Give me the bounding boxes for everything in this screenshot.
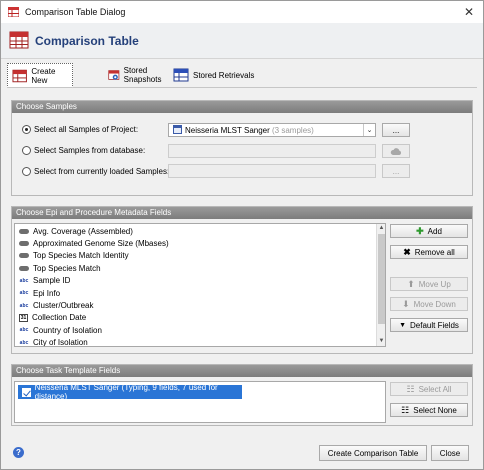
tab-create-new-label: Create New	[31, 66, 56, 85]
project-browse-button[interactable]: ...	[382, 123, 410, 137]
numeric-field-icon	[19, 241, 29, 247]
project-count: (3 samples)	[272, 126, 314, 135]
radio-project-label: Select all Samples of Project:	[34, 125, 139, 134]
choose-samples-section: Choose Samples Select all Samples of Pro…	[11, 100, 473, 196]
select-all-button[interactable]: ☷ Select All	[390, 382, 468, 396]
page-title: Comparison Table	[35, 34, 139, 48]
radio-database[interactable]: Select Samples from database:	[22, 146, 145, 155]
default-fields-button[interactable]: ▼ Default Fields	[390, 318, 468, 332]
list-item[interactable]: abc Cluster/Outbreak	[15, 299, 385, 311]
cloud-icon	[390, 147, 402, 155]
tab-stored-snapshots[interactable]: Stored Snapshots	[104, 63, 170, 87]
numeric-field-icon	[19, 265, 29, 271]
close-icon[interactable]: ✕	[461, 4, 477, 20]
list-item[interactable]: abc Country of Isolation	[15, 324, 385, 336]
text-field-icon: abc	[19, 327, 29, 334]
radio-loaded-label: Select from currently loaded Samples:	[34, 167, 170, 176]
scroll-up-icon[interactable]: ▲	[377, 224, 385, 233]
add-button[interactable]: ✚ Add	[390, 224, 468, 238]
radio-project-button[interactable]	[22, 125, 31, 134]
window-title: Comparison Table Dialog	[25, 7, 126, 17]
project-select[interactable]: Neisseria MLST Sanger (3 samples) ⌄	[168, 123, 376, 137]
calendar-icon: 31	[19, 313, 28, 322]
radio-loaded-button[interactable]	[22, 167, 31, 176]
radio-loaded[interactable]: Select from currently loaded Samples:	[22, 167, 169, 176]
app-table-icon	[8, 7, 19, 17]
radio-database-label: Select Samples from database:	[34, 146, 146, 155]
table-new-icon	[12, 69, 27, 82]
choose-samples-heading: Choose Samples	[12, 101, 472, 113]
list-item[interactable]: Avg. Coverage (Assembled)	[15, 225, 385, 237]
radio-project[interactable]: Select all Samples of Project:	[22, 125, 138, 134]
close-button[interactable]: Close	[431, 445, 469, 461]
epi-list-scrollbar[interactable]: ▲ ▼	[376, 224, 385, 346]
epi-fields-list[interactable]: Avg. Coverage (Assembled) Approximated G…	[14, 223, 386, 347]
list-item[interactable]: abc City of Isolation	[15, 337, 385, 346]
checkbox[interactable]	[22, 387, 31, 397]
list-item[interactable]: 31 Collection Date	[15, 312, 385, 324]
title-bar: Comparison Table Dialog ✕	[1, 1, 483, 23]
project-value: Neisseria MLST Sanger	[185, 126, 270, 135]
tab-stored-snapshots-label: Stored Snapshots	[123, 66, 162, 84]
loaded-field[interactable]	[168, 164, 376, 178]
tab-create-new[interactable]: Create New	[7, 63, 73, 88]
list-item[interactable]: abc Sample ID	[15, 275, 385, 287]
scroll-down-icon[interactable]: ▼	[377, 337, 385, 346]
create-comparison-table-button[interactable]: Create Comparison Table	[319, 445, 427, 461]
task-item-label: Neisseria MLST Sanger (Typing, 9 fields,…	[34, 383, 218, 401]
snapshot-icon	[108, 70, 120, 80]
plus-icon: ✚	[416, 225, 424, 236]
select-none-button[interactable]: ☷ Select None	[390, 403, 468, 417]
chevron-down-icon[interactable]: ⌄	[363, 124, 375, 136]
remove-all-button[interactable]: ✖ Remove all	[390, 245, 468, 259]
retrieval-icon	[173, 68, 189, 82]
list-item[interactable]: Approximated Genome Size (Mbases)	[15, 237, 385, 249]
list-item[interactable]: abc Epi Info	[15, 287, 385, 299]
arrow-up-icon: ⬆	[407, 278, 415, 289]
loaded-browse-button[interactable]: ...	[382, 164, 410, 178]
list-item[interactable]: Top Species Match Identity	[15, 250, 385, 262]
epi-fields-section: Choose Epi and Procedure Metadata Fields…	[11, 206, 473, 354]
task-fields-section: Choose Task Template Fields Neisseria ML…	[11, 364, 473, 426]
tab-stored-retrievals-label: Stored Retrievals	[193, 70, 255, 80]
select-all-icon: ☷	[406, 383, 415, 394]
table-icon	[9, 31, 29, 49]
select-none-icon: ☷	[401, 404, 410, 415]
dialog-header: Comparison Table	[1, 23, 483, 59]
list-item[interactable]: Neisseria MLST Sanger (Typing, 9 fields,…	[18, 383, 242, 401]
text-field-icon: abc	[19, 302, 29, 309]
task-fields-list[interactable]: Neisseria MLST Sanger (Typing, 9 fields,…	[14, 381, 386, 423]
text-field-icon: abc	[19, 339, 29, 346]
project-icon	[173, 125, 182, 134]
tab-stored-retrievals[interactable]: Stored Retrievals	[169, 63, 255, 87]
numeric-field-icon	[19, 228, 29, 234]
task-fields-heading: Choose Task Template Fields	[12, 365, 472, 377]
text-field-icon: abc	[19, 290, 29, 297]
move-up-button[interactable]: ⬆ Move Up	[390, 277, 468, 291]
arrow-down-icon: ⬇	[402, 298, 410, 309]
database-field[interactable]	[168, 144, 376, 158]
scroll-thumb[interactable]	[378, 234, 385, 324]
radio-database-button[interactable]	[22, 146, 31, 155]
help-icon[interactable]: ?	[13, 447, 24, 458]
remove-icon: ✖	[403, 246, 411, 257]
text-field-icon: abc	[19, 277, 29, 284]
dialog-window: Comparison Table Dialog ✕ Comparison Tab…	[0, 0, 484, 470]
move-down-button[interactable]: ⬇ Move Down	[390, 297, 468, 311]
numeric-field-icon	[19, 253, 29, 259]
epi-fields-heading: Choose Epi and Procedure Metadata Fields	[12, 207, 472, 219]
list-item[interactable]: Top Species Match	[15, 262, 385, 274]
database-button[interactable]	[382, 144, 410, 158]
triangle-down-icon: ▼	[399, 321, 406, 329]
